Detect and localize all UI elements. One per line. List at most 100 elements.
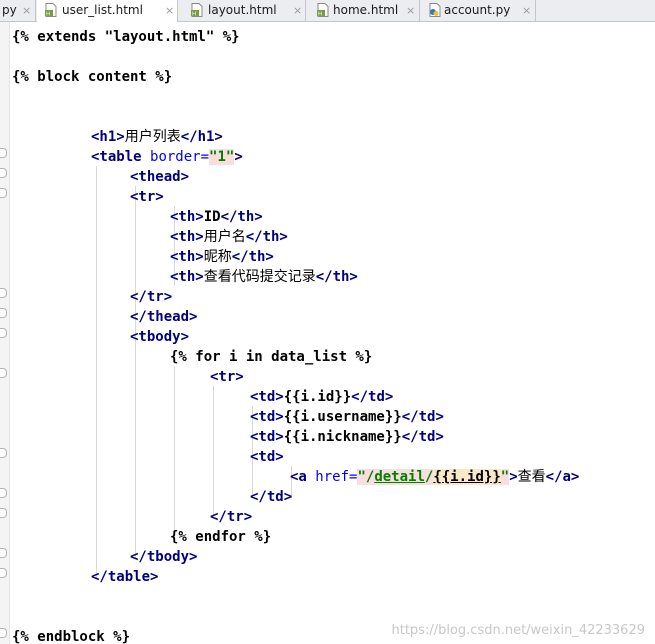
template-tag: {% block content %} [12,69,173,85]
html-tag: <td> [250,389,284,405]
html-tag: <td> [250,449,284,465]
tab-user-list-html[interactable]: H user_list.html × [37,0,178,22]
html-tag: <td> [250,429,284,445]
indent-guide [213,386,214,518]
text-node: 用户列表 [124,129,181,145]
fold-gutter [0,22,10,644]
html-file-icon: H [317,3,329,17]
code-line: {% for i in data_list %} [170,347,372,367]
fold-marker[interactable] [0,628,7,638]
code-line: {% endfor %} [170,527,271,547]
url-segment[interactable]: detail [374,469,425,485]
tab-label: home.html [333,3,399,17]
fold-marker[interactable] [0,448,7,458]
html-tag: <thead> [130,169,190,185]
code-line: <td>{{i.id}}</td> [250,387,393,407]
html-tag: <tr> [130,189,164,205]
watermark-text: https://blog.csdn.net/weixin_42233629 [391,623,645,638]
code-line: <tr> [130,187,164,207]
template-variable: {{i.username}} [283,409,402,425]
html-tag: </thead> [130,309,198,325]
svg-text:H: H [192,11,196,17]
code-line: <td> [250,447,284,467]
fold-marker[interactable] [0,188,7,198]
fold-marker[interactable] [0,548,7,558]
fold-marker[interactable] [0,148,7,158]
template-tag: {% extends "layout.html" %} [12,29,240,45]
code-line: <tr> [210,367,244,387]
html-tag: </h1> [180,129,223,145]
html-tag: </table> [91,569,159,585]
template-tag: {% endblock %} [12,629,131,644]
template-variable[interactable]: {{i.id}} [433,469,501,485]
html-tag: <th> [170,209,204,225]
code-line: </tr> [210,507,252,527]
code-line: <th>ID</th> [170,207,263,227]
fold-marker[interactable] [0,508,7,518]
fold-marker[interactable] [0,368,7,378]
code-line: </td> [250,487,292,507]
html-tag: </th> [220,209,263,225]
indent-guide [96,166,97,578]
html-tag: <a [290,469,316,485]
attribute-value: "1" [209,149,235,165]
attribute: href= [315,469,358,485]
close-icon[interactable]: × [22,0,31,21]
svg-text:H: H [318,11,322,17]
fold-marker[interactable] [0,488,7,498]
code-line: </tbody> [130,547,197,567]
code-line: <td>{{i.username}}</td> [250,407,444,427]
html-tag: <th> [170,249,204,265]
close-icon[interactable]: × [406,0,415,21]
code-line: <h1>用户列表</h1> [91,127,223,147]
html-tag: <tbody> [130,329,190,345]
tab-label: user_list.html [62,3,143,17]
code-line: <th>用户名</th> [170,227,288,247]
code-line: <td>{{i.nickname}}</td> [250,427,444,447]
html-tag: </td> [401,429,444,445]
html-tag: </td> [401,409,444,425]
html-tag: </td> [250,489,293,505]
code-line: {% extends "layout.html" %} [12,27,240,47]
fold-marker[interactable] [0,288,7,298]
code-line: </table> [91,567,158,587]
html-tag: </tr> [210,509,253,525]
text-node: 查看 [517,469,546,485]
html-tag: </th> [315,269,358,285]
html-tag: > [234,149,243,165]
tab-home-html[interactable]: H home.html × [307,0,420,21]
close-icon[interactable]: × [165,0,174,21]
code-line: <table border="1"> [91,147,243,167]
tab-account-py[interactable]: account.py × [421,0,536,21]
indent-guide [174,366,175,538]
tab-label: py [2,3,17,17]
code-line: <thead> [130,167,189,187]
code-editor[interactable]: {% extends "layout.html" %} {% block con… [0,22,655,644]
fold-marker[interactable] [0,168,7,178]
code-line: </thead> [130,307,197,327]
tab-layout-html[interactable]: H layout.html × [179,0,306,21]
text-node: 查看代码提交记录 [203,269,316,285]
tab-label: account.py [444,3,511,17]
html-tag: </td> [351,389,394,405]
text-node: 昵称 [203,249,232,265]
fold-marker[interactable] [0,328,7,338]
code-line: {% block content %} [12,67,172,87]
html-tag: <tr> [210,369,244,385]
html-tag: <h1> [91,129,125,145]
code-line: <a href="/detail/{{i.id}}">查看</a> [290,467,579,487]
text-node: 用户名 [203,229,246,245]
html-tag: <th> [170,229,204,245]
tab-py[interactable]: py × [0,0,36,21]
indent-guide [135,186,136,558]
fold-marker[interactable] [0,308,7,318]
code-line: </tr> [130,287,172,307]
attribute-value: " [500,469,510,485]
close-icon[interactable]: × [293,0,302,21]
fold-marker[interactable] [0,568,7,578]
code-line: {% endblock %} [12,627,130,644]
svg-text:H: H [46,11,50,17]
close-icon[interactable]: × [522,0,531,21]
html-tag: </tbody> [130,549,198,565]
html-file-icon: H [191,3,203,17]
